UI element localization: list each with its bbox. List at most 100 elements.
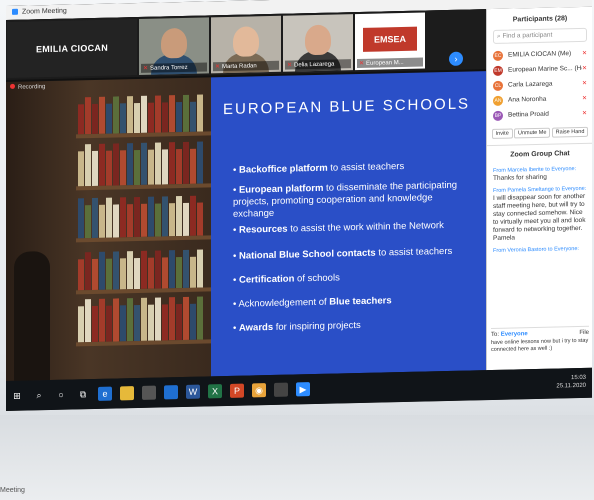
book bbox=[113, 96, 119, 134]
video-tile[interactable]: ✕ Marta Radan bbox=[211, 15, 281, 74]
video-tile[interactable]: ✕ Sandra Torrez bbox=[139, 17, 209, 75]
search-icon[interactable]: ⌕ bbox=[32, 388, 46, 402]
participants-header: Participants (28) bbox=[512, 15, 568, 24]
word-icon[interactable]: W bbox=[186, 384, 200, 399]
book bbox=[78, 259, 84, 291]
mic-muted-icon: ✕ bbox=[215, 64, 221, 71]
book bbox=[148, 102, 154, 133]
footer-label: Meeting bbox=[0, 487, 25, 494]
cortana-icon[interactable]: ○ bbox=[54, 388, 68, 402]
zoom-app-icon bbox=[12, 8, 18, 16]
mic-muted-icon: ✕ bbox=[287, 62, 293, 69]
book bbox=[155, 250, 161, 289]
store-icon[interactable] bbox=[142, 385, 156, 400]
zoom-taskbar-icon[interactable]: ▶ bbox=[296, 382, 310, 397]
book bbox=[134, 102, 140, 134]
tile-label: ✕ European M... bbox=[357, 57, 423, 69]
book bbox=[134, 304, 140, 342]
book bbox=[113, 298, 119, 342]
file-explorer-icon[interactable] bbox=[120, 386, 134, 401]
book bbox=[120, 103, 126, 134]
clock-date: 25.11.2020 bbox=[556, 382, 586, 390]
book bbox=[155, 95, 161, 133]
mic-muted-icon[interactable]: ✕ bbox=[582, 95, 587, 102]
excel-icon[interactable]: X bbox=[208, 384, 222, 399]
bookshelf-row bbox=[78, 295, 208, 343]
book bbox=[176, 102, 182, 133]
chat-input-area[interactable]: To: Everyone File have online lessons no… bbox=[491, 325, 589, 366]
system-tray: 15:03 25.11.2020 bbox=[556, 374, 586, 391]
chrome-icon[interactable]: ◉ bbox=[252, 383, 266, 398]
book bbox=[92, 258, 98, 291]
bookshelf-row bbox=[78, 87, 208, 135]
tile-label: ✕ Sandra Torrez bbox=[141, 62, 207, 73]
unmute-me-button[interactable]: Unmute Me bbox=[513, 127, 551, 139]
raise-hand-button[interactable]: Raise Hand bbox=[551, 126, 589, 138]
book bbox=[148, 149, 154, 185]
book bbox=[190, 195, 196, 236]
book bbox=[113, 251, 119, 290]
book bbox=[183, 141, 189, 184]
invite-button[interactable]: Invite bbox=[491, 128, 513, 139]
book bbox=[127, 298, 133, 342]
meeting-stage: EMILIA CIOCAN ✕ Sandra Torrez ✕ Marta Rada… bbox=[6, 9, 486, 382]
powerpoint-icon[interactable]: P bbox=[230, 383, 244, 398]
book bbox=[197, 94, 203, 132]
book bbox=[120, 197, 126, 238]
participant-name: EMILIA CIOCAN (Me) bbox=[508, 50, 572, 59]
book bbox=[106, 150, 112, 186]
book bbox=[141, 142, 147, 185]
participant-search-input[interactable]: ⌕ Find a participant bbox=[493, 27, 587, 44]
book bbox=[148, 304, 154, 341]
chat-draft-text[interactable]: have online lessons now but i try to sta… bbox=[491, 338, 589, 354]
photo-scene: Zoom Meeting EMILIA CIOCAN ✕ Sandra Torre… bbox=[0, 0, 594, 500]
slide-bullet: • National Blue School contacts to assis… bbox=[233, 245, 453, 262]
mic-muted-icon[interactable]: ✕ bbox=[582, 50, 587, 57]
recording-indicator: Recording bbox=[10, 83, 45, 91]
participant-face bbox=[161, 27, 187, 59]
mic-muted-icon[interactable]: ✕ bbox=[582, 110, 587, 117]
book bbox=[113, 204, 119, 238]
book bbox=[141, 95, 147, 133]
bookshelf-row bbox=[78, 191, 208, 239]
task-view-icon[interactable]: ⧉ bbox=[76, 387, 90, 401]
book bbox=[127, 204, 133, 238]
book bbox=[155, 203, 161, 237]
book bbox=[120, 305, 126, 342]
slide-bullet: • Acknowledgement of Blue teachers bbox=[233, 295, 392, 310]
app-icon[interactable] bbox=[274, 382, 288, 397]
book bbox=[127, 251, 133, 290]
video-tile[interactable]: ✕ Delia Lazarega bbox=[283, 14, 353, 72]
tile-name: EMILIA CIOCAN bbox=[35, 42, 109, 55]
book bbox=[169, 95, 175, 133]
book bbox=[92, 150, 98, 187]
video-tile[interactable]: EMILIA CIOCAN bbox=[7, 19, 137, 78]
book bbox=[155, 142, 161, 185]
book bbox=[183, 296, 189, 340]
recipient-select[interactable]: Everyone bbox=[501, 331, 528, 338]
mail-icon[interactable] bbox=[164, 385, 178, 400]
edge-icon[interactable]: e bbox=[98, 386, 112, 401]
background-library-photo bbox=[6, 77, 211, 381]
video-tile[interactable]: EMSEA ✕ European M... bbox=[355, 12, 425, 71]
mic-muted-icon: ✕ bbox=[359, 60, 365, 67]
chat-text: Thanks for sharing bbox=[493, 173, 547, 182]
book bbox=[162, 149, 168, 185]
chat-header: Zoom Group Chat bbox=[510, 150, 570, 159]
mic-muted-icon[interactable]: ✕ bbox=[582, 80, 587, 87]
file-button[interactable]: File bbox=[579, 330, 589, 336]
book bbox=[197, 141, 203, 184]
book bbox=[120, 150, 126, 186]
windows-start-icon[interactable]: ⊞ bbox=[10, 389, 24, 403]
book bbox=[78, 151, 84, 187]
book bbox=[190, 303, 196, 340]
mic-muted-icon[interactable]: ✕ bbox=[582, 65, 587, 72]
book bbox=[162, 257, 168, 289]
book bbox=[127, 96, 133, 134]
window-title: Zoom Meeting bbox=[22, 7, 67, 16]
chat-text: I will disappear soon for another staff … bbox=[493, 192, 586, 242]
video-strip: EMILIA CIOCAN ✕ Sandra Torrez ✕ Marta Rada… bbox=[6, 9, 486, 80]
monitor-screen: Zoom Meeting EMILIA CIOCAN ✕ Sandra Torre… bbox=[6, 0, 592, 411]
book bbox=[127, 143, 133, 186]
book bbox=[183, 94, 189, 132]
